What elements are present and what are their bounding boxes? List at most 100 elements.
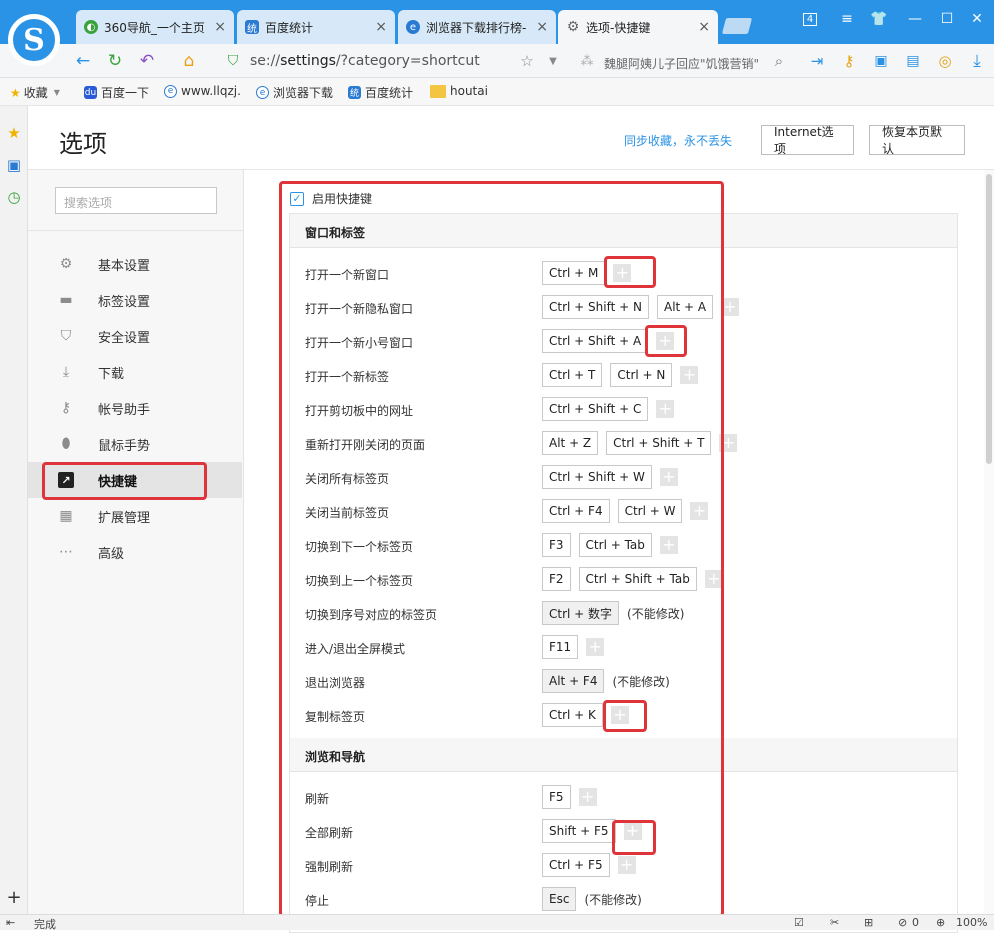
- skin-icon[interactable]: 👕: [866, 8, 892, 30]
- shortcut-key-input[interactable]: Ctrl + Shift + Tab: [578, 567, 697, 591]
- scrollbar[interactable]: [984, 170, 994, 914]
- panel-toggle-icon[interactable]: ⇤: [6, 916, 15, 929]
- add-shortcut-button[interactable]: +: [613, 264, 632, 282]
- close-icon[interactable]: ×: [536, 19, 548, 35]
- adblock-icon[interactable]: ⊘: [898, 916, 907, 929]
- shortcut-key-input[interactable]: F5: [542, 785, 571, 809]
- add-shortcut-button[interactable]: +: [623, 822, 642, 840]
- sogou-logo[interactable]: S: [8, 14, 60, 66]
- settings-search-input[interactable]: 搜索选项: [55, 187, 217, 214]
- add-shortcut-button[interactable]: +: [721, 298, 740, 316]
- tab-baidu-tongji[interactable]: 统 百度统计 ×: [237, 10, 395, 44]
- shortcut-key-input[interactable]: Ctrl + Shift + A: [542, 329, 649, 353]
- add-shortcut-button[interactable]: +: [586, 638, 605, 656]
- translate-icon[interactable]: ▣: [870, 50, 892, 72]
- shortcut-key-input[interactable]: Ctrl + F4: [542, 499, 610, 523]
- add-shortcut-button[interactable]: +: [659, 536, 678, 554]
- tab-360-nav[interactable]: ◐ 360导航_一个主页 ×: [76, 10, 234, 44]
- add-shortcut-button[interactable]: +: [680, 366, 699, 384]
- tab-settings-shortcut[interactable]: ⚙ 选项-快捷键 ×: [558, 10, 718, 44]
- close-window-icon[interactable]: ✕: [964, 8, 990, 30]
- add-shortcut-button[interactable]: +: [719, 434, 738, 452]
- undo-icon[interactable]: ↶: [136, 50, 158, 72]
- add-shortcut-button[interactable]: +: [659, 468, 678, 486]
- more-dots-icon[interactable]: ◎: [934, 50, 956, 72]
- bookmark-houtai[interactable]: houtai: [430, 84, 488, 98]
- sidebar-item-gear[interactable]: ⚙ 基本设置: [28, 246, 242, 282]
- shortcut-key-input[interactable]: Ctrl + N: [610, 363, 673, 387]
- add-shortcut-button[interactable]: +: [656, 400, 675, 418]
- shortcut-key-input[interactable]: Ctrl + Shift + C: [542, 397, 649, 421]
- shortcut-key-input[interactable]: F11: [542, 635, 579, 659]
- sidebar-item-shortcut[interactable]: ↗ 快捷键: [28, 462, 242, 498]
- zoom-level[interactable]: 100%: [956, 916, 987, 929]
- screenshot-icon[interactable]: ▤: [902, 50, 924, 72]
- reader-icon[interactable]: ▣: [5, 156, 23, 174]
- bookmark-favorites[interactable]: ★ 收藏 ▼: [10, 84, 60, 101]
- shortcut-key-input[interactable]: Ctrl + W: [617, 499, 683, 523]
- refresh-icon[interactable]: ↻: [104, 50, 126, 72]
- add-shortcut-button[interactable]: +: [610, 706, 629, 724]
- shortcut-key-input[interactable]: Ctrl + Shift + N: [542, 295, 649, 319]
- address-bar[interactable]: se://settings/?category=shortcut: [250, 53, 480, 69]
- sidebar-item-tab[interactable]: ▬ 标签设置: [28, 282, 242, 318]
- sidebar-item-download[interactable]: ⤓ 下载: [28, 354, 242, 390]
- shortcut-key-input[interactable]: Ctrl + Tab: [578, 533, 652, 557]
- sync-link[interactable]: 同步收藏，永不丢失: [624, 132, 732, 149]
- shortcut-key-input[interactable]: Ctrl + T: [542, 363, 603, 387]
- shortcut-key-input[interactable]: F2: [542, 567, 571, 591]
- minimize-icon[interactable]: —: [902, 8, 928, 30]
- close-icon[interactable]: ×: [214, 19, 226, 35]
- close-icon[interactable]: ×: [698, 19, 710, 35]
- sidebar-item-mouse[interactable]: ⬮ 鼠标手势: [28, 426, 242, 462]
- shortcut-key-input[interactable]: Ctrl + F5: [542, 853, 610, 877]
- bookmark-baidu-tongji[interactable]: 统百度统计: [348, 84, 413, 101]
- chevron-down-icon[interactable]: ▼: [542, 50, 564, 72]
- add-icon[interactable]: +: [5, 887, 23, 908]
- shortcut-key-input[interactable]: Ctrl + M: [542, 261, 606, 285]
- add-shortcut-button[interactable]: +: [690, 502, 709, 520]
- login-icon[interactable]: ⇥: [806, 50, 828, 72]
- check-icon[interactable]: ☑: [794, 916, 804, 929]
- zoom-icon[interactable]: ⊕: [936, 916, 945, 929]
- shortcut-key-input[interactable]: Shift + F5: [542, 819, 616, 843]
- shortcut-key-input[interactable]: Alt + A: [656, 295, 714, 319]
- checkbox-checked-icon[interactable]: ✓: [290, 191, 304, 206]
- restore-defaults-button[interactable]: 恢复本页默认: [869, 125, 965, 156]
- favorites-icon[interactable]: ★: [5, 124, 23, 142]
- enable-shortcuts-toggle[interactable]: ✓ 启用快捷键: [290, 190, 372, 207]
- sidebar-item-more[interactable]: ⋯ 高级: [28, 534, 242, 570]
- search-icon[interactable]: ⌕: [768, 50, 790, 72]
- download-icon[interactable]: ⤓: [966, 50, 988, 72]
- sidebar-item-shield[interactable]: ⛉ 安全设置: [28, 318, 242, 354]
- sidebar-item-key[interactable]: ⚷ 帐号助手: [28, 390, 242, 426]
- home-icon[interactable]: ⌂: [178, 50, 200, 72]
- bookmark-llqzj[interactable]: e www.llqzj.: [164, 84, 241, 98]
- menu-icon[interactable]: ≡: [834, 8, 860, 30]
- star-icon[interactable]: ☆: [516, 50, 538, 72]
- shortcut-key-input[interactable]: Ctrl + Shift + T: [606, 431, 712, 455]
- close-icon[interactable]: ×: [375, 19, 387, 35]
- search-suggestion[interactable]: 魏腿阿姨儿子回应"饥饿营销": [604, 55, 764, 72]
- key-icon[interactable]: ⚷: [838, 50, 860, 72]
- add-shortcut-button[interactable]: +: [704, 570, 723, 588]
- clip-icon[interactable]: ✂: [830, 916, 839, 929]
- shortcut-key-input[interactable]: Alt + Z: [542, 431, 599, 455]
- add-shortcut-button[interactable]: +: [617, 856, 636, 874]
- history-icon[interactable]: ◷: [5, 188, 23, 206]
- shortcut-key-input[interactable]: F3: [542, 533, 571, 557]
- scrollbar-thumb[interactable]: [986, 174, 992, 464]
- add-shortcut-button[interactable]: +: [656, 332, 675, 350]
- window-count-icon[interactable]: 4: [797, 8, 823, 30]
- sidebar-item-extensions[interactable]: ▦ 扩展管理: [28, 498, 242, 534]
- add-shortcut-button[interactable]: +: [578, 788, 597, 806]
- shortcut-key-input[interactable]: Ctrl + K: [542, 703, 603, 727]
- bookmark-browser-download[interactable]: e 浏览器下载: [256, 84, 333, 101]
- new-tab-button[interactable]: [721, 18, 753, 34]
- internet-options-button[interactable]: Internet选项: [761, 125, 854, 156]
- shortcut-key-input[interactable]: Ctrl + Shift + W: [542, 465, 652, 489]
- tab-llqzj[interactable]: e 浏览器下载排行榜- ×: [398, 10, 556, 44]
- bookmark-baidu[interactable]: du 百度一下: [84, 84, 149, 101]
- lock-icon[interactable]: ⊞: [864, 916, 873, 929]
- back-icon[interactable]: ←: [72, 50, 94, 72]
